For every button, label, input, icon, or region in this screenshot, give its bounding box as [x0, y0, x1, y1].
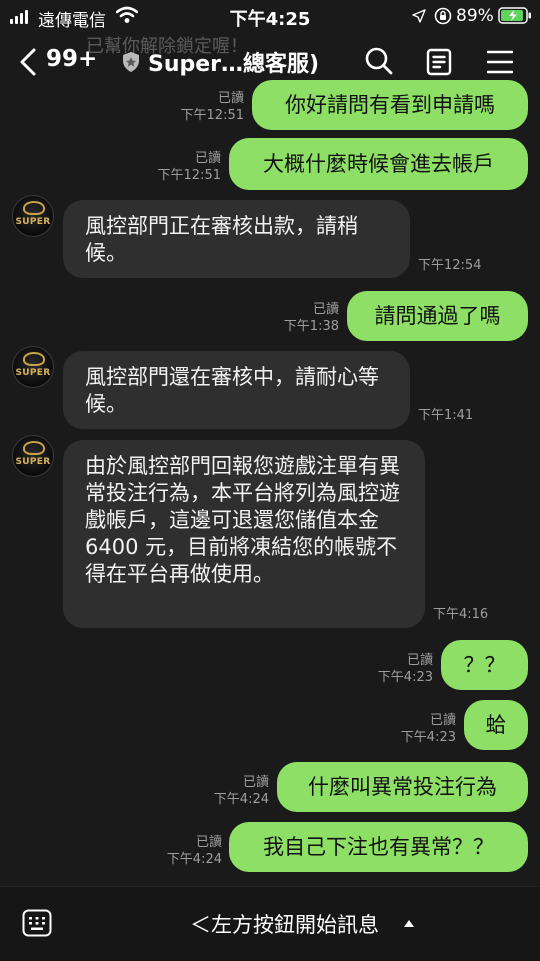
message-time: 下午12:51: [180, 108, 244, 123]
message-text: 風控部門還在審核中，請耐心等候。: [85, 365, 379, 416]
outgoing-message[interactable]: 蛤: [464, 700, 528, 750]
message-meta: 已讀 下午12:51: [158, 150, 221, 184]
shield-icon: [123, 52, 139, 72]
outgoing-message[interactable]: 大概什麼時候會進去帳戶: [229, 138, 528, 190]
outgoing-message[interactable]: 什麼叫異常投注行為: [277, 762, 528, 812]
status-bar: 遠傳電信 下午4:25 89%: [0, 0, 540, 32]
unread-count[interactable]: 99+: [46, 46, 97, 72]
avatar-label: SUPER: [15, 368, 51, 378]
message-meta: 已讀 下午12:51: [181, 90, 244, 124]
message-meta: 已讀 下午4:23: [378, 652, 433, 686]
rich-menu-toggle[interactable]: ＜左方按鈕開始訊息: [190, 909, 379, 939]
avatar-label: SUPER: [15, 457, 51, 467]
message-time: 下午4:24: [213, 792, 269, 807]
bottom-input-bar: ＜左方按鈕開始訊息: [0, 886, 540, 961]
message-time: 下午4:23: [400, 730, 456, 745]
chat-title[interactable]: Super…總客服): [148, 46, 319, 78]
read-receipt: 已讀: [195, 835, 222, 850]
incoming-message[interactable]: 風控部門正在審核出款，請稍候。: [63, 200, 410, 278]
avatar-label: SUPER: [15, 217, 51, 227]
avatar[interactable]: SUPER: [12, 195, 54, 237]
message-text: 蛤: [485, 712, 507, 737]
message-text: 什麼叫異常投注行為: [308, 774, 497, 799]
avatar[interactable]: SUPER: [12, 435, 54, 477]
message-meta: 已讀 下午4:24: [214, 774, 269, 808]
read-receipt: 已讀: [217, 91, 244, 106]
read-receipt: 已讀: [429, 713, 456, 728]
message-time: 下午1:41: [418, 408, 474, 423]
message-time: 下午4:24: [166, 852, 222, 867]
battery-percentage: 89%: [456, 6, 494, 26]
message-time: 下午1:38: [283, 319, 339, 334]
menu-icon[interactable]: [487, 50, 513, 74]
message-text: 我自己下注也有異常？？: [263, 834, 494, 859]
message-meta: 已讀 下午1:38: [284, 301, 339, 335]
keyboard-icon[interactable]: [22, 909, 52, 937]
message-text: 由於風控部門回報您遊戲注單有異常投注行為，本平台將列為風控遊戲帳戶，這邊可退還您…: [85, 454, 400, 586]
back-chevron-icon[interactable]: [18, 48, 38, 76]
incoming-message[interactable]: 由於風控部門回報您遊戲注單有異常投注行為，本平台將列為風控遊戲帳戶，這邊可退還您…: [63, 440, 425, 628]
search-icon[interactable]: [364, 46, 394, 76]
message-text: 請問通過了嗎: [374, 303, 501, 328]
message-time: 下午4:16: [433, 607, 489, 622]
message-meta: 已讀 下午4:24: [167, 834, 222, 868]
message-time: 下午12:54: [418, 258, 482, 273]
incoming-message[interactable]: 風控部門還在審核中，請耐心等候。: [63, 351, 410, 429]
message-text: ？？: [463, 652, 506, 677]
caret-up-icon[interactable]: [404, 920, 414, 927]
read-receipt: 已讀: [312, 302, 339, 317]
read-receipt: 已讀: [242, 775, 269, 790]
message-text: 你好請問有看到申請嗎: [285, 92, 495, 117]
notes-icon[interactable]: [426, 48, 452, 76]
read-receipt: 已讀: [406, 653, 433, 668]
outgoing-message[interactable]: 請問通過了嗎: [347, 291, 528, 341]
location-arrow-icon: [412, 9, 426, 23]
message-text: 風控部門正在審核出款，請稍候。: [85, 214, 358, 265]
read-receipt: 已讀: [194, 151, 221, 166]
outgoing-message[interactable]: 你好請問有看到申請嗎: [252, 80, 528, 130]
outgoing-message[interactable]: ？？: [441, 640, 528, 690]
message-text: 大概什麼時候會進去帳戶: [263, 151, 494, 176]
orientation-lock-icon: [434, 7, 452, 25]
message-time: 下午4:23: [377, 670, 433, 685]
message-meta: 已讀 下午4:23: [401, 712, 456, 746]
avatar[interactable]: SUPER: [12, 346, 54, 388]
outgoing-message[interactable]: 我自己下注也有異常？？: [229, 822, 528, 872]
battery-charging-icon: [498, 7, 531, 24]
message-time: 下午12:51: [157, 168, 221, 183]
